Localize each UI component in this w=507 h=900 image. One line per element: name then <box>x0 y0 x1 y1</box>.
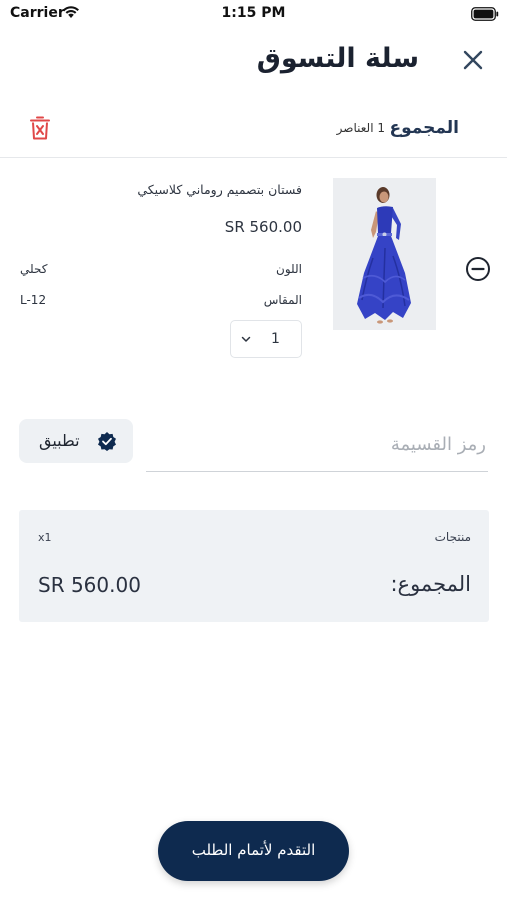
dress-photo <box>333 178 436 330</box>
cart-summary-label: المجموع <box>389 118 459 138</box>
trash-icon <box>30 116 50 140</box>
coupon-row: تطبيق <box>0 418 507 478</box>
size-value: L-12 <box>20 293 47 307</box>
quantity-value: 1 <box>271 331 280 347</box>
checkout-button[interactable]: التقدم لأتمام الطلب <box>158 821 349 881</box>
close-icon <box>463 50 483 70</box>
remove-item-button[interactable] <box>465 256 491 282</box>
product-price: SR 560.00 <box>224 218 302 236</box>
total-value: SR 560.00 <box>38 573 141 597</box>
nav-header: سلة التسوق <box>0 38 507 84</box>
color-label: اللون <box>276 262 302 276</box>
cart-summary-row: 1 العناصر المجموع <box>0 110 507 146</box>
cart-item: فستان بتصميم روماني كلاسيكي SR 560.00 ال… <box>0 176 507 366</box>
products-label: منتجات <box>434 530 471 544</box>
quantity-select[interactable]: 1 <box>230 320 302 358</box>
products-quantity: x1 <box>38 531 52 544</box>
size-label: المقاس <box>263 293 302 307</box>
cart-item-count: 1 العناصر <box>336 121 385 135</box>
divider <box>0 157 507 158</box>
color-value: كحلي <box>20 262 48 276</box>
minus-circle-icon <box>466 257 490 281</box>
product-image[interactable] <box>333 178 436 330</box>
verified-badge-icon <box>98 432 116 451</box>
checkout-label: التقدم لأتمام الطلب <box>191 841 316 859</box>
page-title: سلة التسوق <box>256 43 419 74</box>
apply-coupon-label: تطبيق <box>39 431 80 450</box>
status-time: 1:15 PM <box>221 5 286 21</box>
product-name[interactable]: فستان بتصميم روماني كلاسيكي <box>137 182 302 197</box>
clear-cart-button[interactable] <box>29 115 51 141</box>
close-button[interactable] <box>460 47 486 73</box>
coupon-code-input[interactable] <box>146 418 488 472</box>
order-totals-panel: منتجات x1 المجموع: SR 560.00 <box>19 510 489 622</box>
battery-icon <box>471 6 499 25</box>
chevron-down-icon <box>241 336 251 342</box>
total-label: المجموع: <box>390 572 471 596</box>
status-bar: Carrier 1:15 PM <box>0 0 507 28</box>
apply-coupon-button[interactable]: تطبيق <box>19 419 133 463</box>
